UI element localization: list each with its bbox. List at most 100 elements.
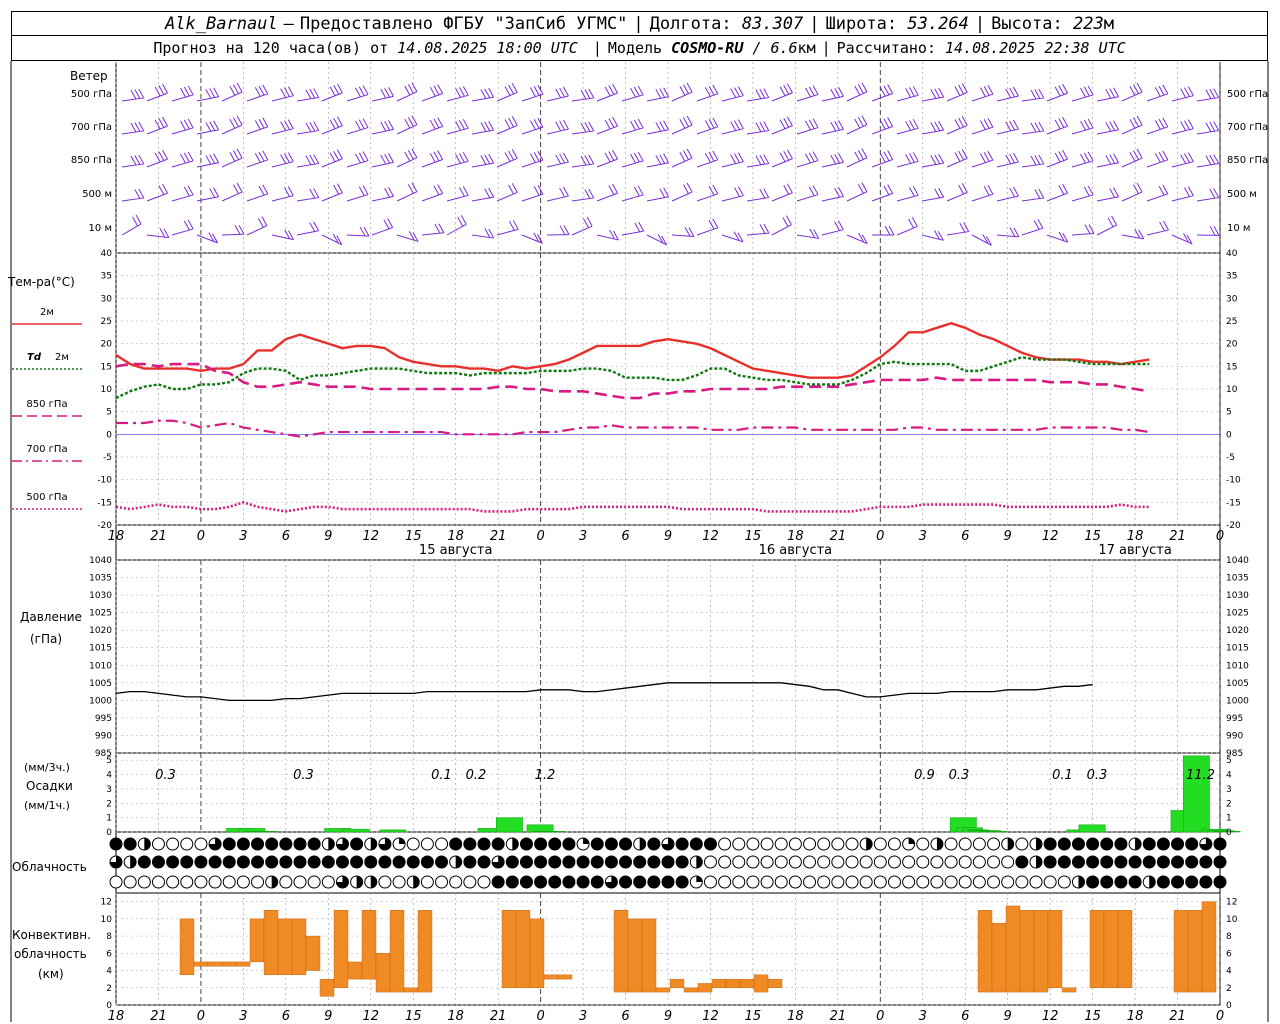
legend-label: 2м (55, 352, 69, 363)
wind-barb (421, 93, 443, 102)
wind-barb (271, 95, 294, 102)
wind-barb-feather (280, 88, 287, 98)
wind-barb (871, 193, 893, 202)
hour-tick-label: 9 (324, 1009, 332, 1024)
wind-barb (1121, 234, 1144, 240)
cloud-symbol-fill (619, 838, 632, 850)
wind-barb-feather (659, 188, 666, 198)
hour-tick-label: 15 (405, 529, 422, 544)
wind-barb (421, 193, 443, 202)
wind-barb (621, 160, 644, 168)
wind-barb-feather (938, 153, 945, 164)
cloud-symbol (845, 855, 859, 869)
hour-tick-label: 12 (1042, 529, 1059, 544)
cloud-symbol (859, 875, 873, 889)
conv-tick-left: 10 (101, 915, 113, 925)
wind-barb-feather (708, 185, 715, 196)
wind-barb (171, 160, 194, 168)
wind-barb-feather (912, 119, 919, 129)
wind-barb (246, 159, 268, 168)
wind-barb-feather (287, 119, 294, 129)
wind-barb-feather (180, 120, 186, 131)
wind-level-label-left: 500 гПа (71, 89, 112, 100)
wind-level-label-left: 700 гПа (71, 122, 112, 133)
conv-bar (1033, 910, 1049, 993)
wind-barb-feather (130, 89, 137, 100)
wind-barb (846, 91, 868, 102)
wind-barb-feather (930, 122, 937, 132)
conv-bar (375, 953, 391, 993)
cloud-symbol (944, 875, 958, 889)
wind-barb (121, 130, 144, 135)
wind-barb-feather (779, 119, 786, 129)
wind-barb (146, 92, 168, 102)
cloud-symbol-fill (407, 856, 420, 868)
wind-barb (1071, 160, 1094, 168)
cloud-symbol-fill (1044, 856, 1057, 868)
cloud-symbol-fill (520, 876, 533, 888)
wind-barb-feather (305, 122, 312, 133)
wind-barb-feather (158, 151, 165, 161)
wind-barb-feather (511, 149, 518, 159)
cloud-symbol-fill (265, 838, 278, 850)
wind-barb-feather (683, 150, 689, 160)
precip-tick-right: 5 (1226, 756, 1232, 766)
wind-barb (1021, 227, 1044, 236)
wind-barb-feather (987, 184, 994, 195)
wind-barb-feather (584, 122, 591, 132)
wind-barb-feather (362, 185, 369, 195)
wind-barb-feather (1180, 88, 1187, 98)
cloud-symbol (902, 875, 916, 889)
wind-barb-feather (1084, 224, 1091, 234)
cloud-symbol (137, 875, 151, 889)
wind-barb-feather (905, 121, 912, 131)
wind-barb (921, 196, 944, 202)
wind-barb-feather (934, 188, 941, 199)
wind-barb-feather (287, 86, 294, 96)
precip-total-label: 0.2 (466, 768, 487, 783)
wind-barb (946, 91, 968, 102)
conv-tick-left: 0 (106, 1001, 112, 1011)
wind-barb (796, 127, 819, 135)
wind-barb-feather (134, 122, 141, 132)
wind-barb-feather (1184, 153, 1190, 163)
wind-barb-feather (812, 118, 819, 128)
wind-barb-feather (236, 115, 243, 126)
wind-barb-feather (838, 153, 844, 163)
cloud-symbol-fill (279, 856, 292, 868)
precip-total-label: 0.1 (1052, 768, 1073, 783)
wind-barb (346, 94, 369, 102)
wind-barb-feather (686, 115, 693, 126)
wind-barb-feather (511, 183, 518, 193)
wind-barb-feather (1162, 84, 1169, 95)
wind-barb-feather (1012, 86, 1019, 97)
cloud-symbol-fill (435, 856, 448, 868)
wind-barb-feather (313, 221, 320, 232)
cloud-symbol (1015, 875, 1029, 889)
precip-tick-left: 1 (106, 814, 112, 824)
wind-barb (596, 158, 618, 168)
conv-tick-right: 0 (1226, 1001, 1232, 1011)
wind-barb (196, 196, 219, 202)
wind-barb-feather (138, 88, 145, 99)
wind-barb (896, 160, 919, 168)
cloud-symbol-fill (548, 876, 561, 888)
wind-barb-feather (608, 118, 615, 128)
wind-barb-feather (213, 120, 220, 131)
wind-barb-feather (1062, 83, 1068, 94)
wind-barb-feather (783, 150, 790, 161)
wind-barb-feather (1034, 189, 1041, 199)
wind-barb-feather (1033, 220, 1040, 230)
wind-barb-feather (138, 121, 145, 132)
wind-barb-feather (229, 119, 236, 129)
hour-tick-label: 0 (197, 529, 205, 544)
wind-barb-feather (411, 115, 418, 125)
cloud-symbol-fill (194, 856, 207, 868)
precip-tick-left: 3 (106, 785, 112, 795)
cloud-symbol (378, 875, 392, 889)
conv-bar (1089, 910, 1105, 988)
wind-barb-feather (183, 152, 190, 163)
wind-barb-feather (1034, 122, 1041, 132)
wind-barb-feather (462, 86, 469, 96)
conv-bar (1173, 910, 1189, 993)
